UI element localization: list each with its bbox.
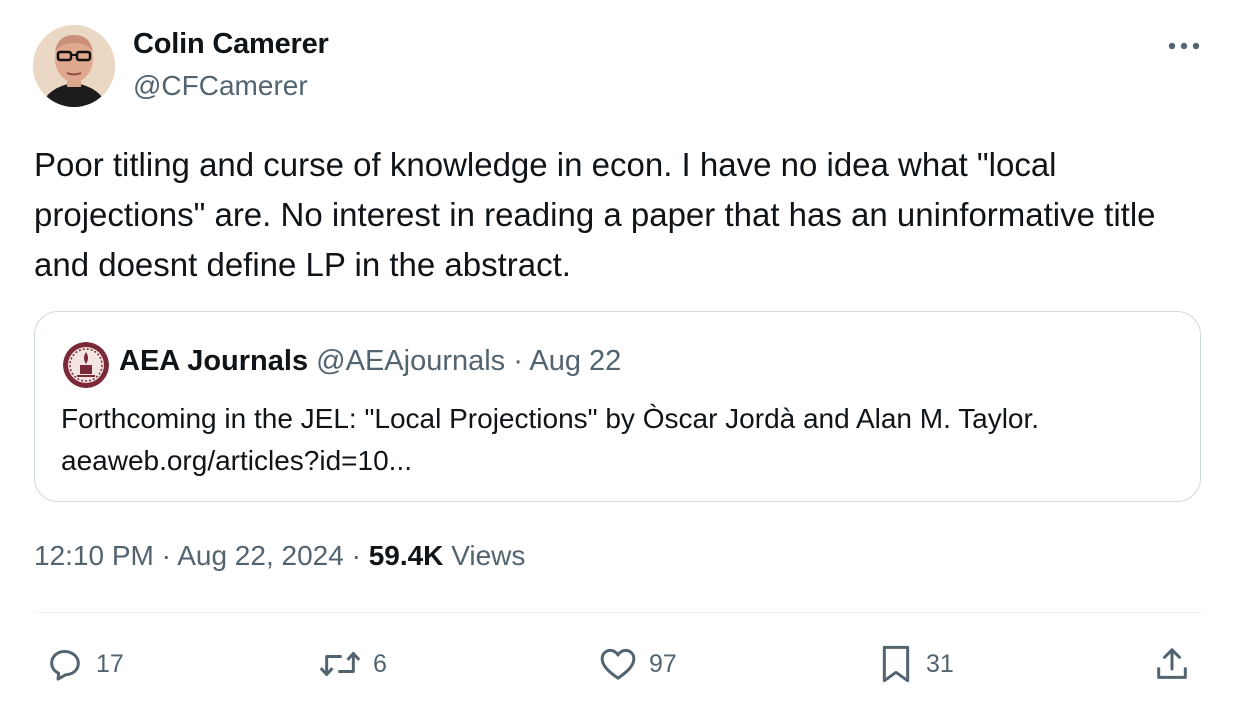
reply-icon [50, 650, 80, 681]
bookmark-button[interactable]: 31 [876, 640, 954, 688]
quoted-tweet[interactable]: AEA Journals @AEAjournals · Aug 22 Forth… [34, 311, 1201, 502]
quote-header: AEA Journals @AEAjournals · Aug 22 [119, 345, 621, 378]
quote-author-avatar[interactable] [63, 342, 109, 388]
repost-count: 6 [373, 649, 387, 678]
bookmark-icon [882, 645, 910, 683]
bookmark-count: 31 [926, 649, 954, 678]
repost-icon [319, 652, 361, 676]
reply-button[interactable]: 17 [44, 640, 124, 688]
meta-separator: · [153, 540, 178, 571]
tweet-time[interactable]: 12:10 PM [34, 540, 154, 571]
meta-separator: · [343, 540, 369, 571]
quote-link[interactable]: aeaweb.org/articles?id=10... [61, 440, 1181, 482]
quote-body: Forthcoming in the JEL: "Local Projectio… [61, 403, 1040, 434]
share-icon [1157, 648, 1187, 679]
quote-separator: · [505, 345, 530, 377]
views-count[interactable]: 59.4K [369, 540, 444, 571]
views-label[interactable]: Views [451, 540, 525, 571]
more-icon [1168, 42, 1200, 50]
quote-author-handle[interactable]: @AEAjournals [316, 345, 505, 377]
tweet-meta: 12:10 PM · Aug 22, 2024 · 59.4K Views [34, 540, 525, 572]
author-name[interactable]: Colin Camerer [133, 28, 329, 61]
tweet-text: Poor titling and curse of knowledge in e… [34, 146, 1165, 283]
tweet-date[interactable]: Aug 22, 2024 [177, 540, 344, 571]
like-icon [600, 648, 636, 680]
more-options-button[interactable] [1160, 28, 1208, 64]
quote-author-name[interactable]: AEA Journals [119, 345, 308, 377]
author-avatar[interactable] [33, 25, 115, 107]
repost-button[interactable]: 6 [317, 640, 387, 688]
like-count: 97 [649, 649, 677, 678]
quote-date[interactable]: Aug 22 [529, 345, 621, 377]
reply-count: 17 [96, 649, 124, 678]
share-button[interactable] [1152, 640, 1192, 688]
author-handle[interactable]: @CFCamerer [133, 70, 308, 102]
divider [34, 612, 1204, 613]
tweet: Colin Camerer @CFCamerer Poor titling an… [0, 0, 1237, 703]
like-button[interactable]: 97 [597, 640, 677, 688]
quote-text: Forthcoming in the JEL: "Local Projectio… [61, 398, 1181, 482]
